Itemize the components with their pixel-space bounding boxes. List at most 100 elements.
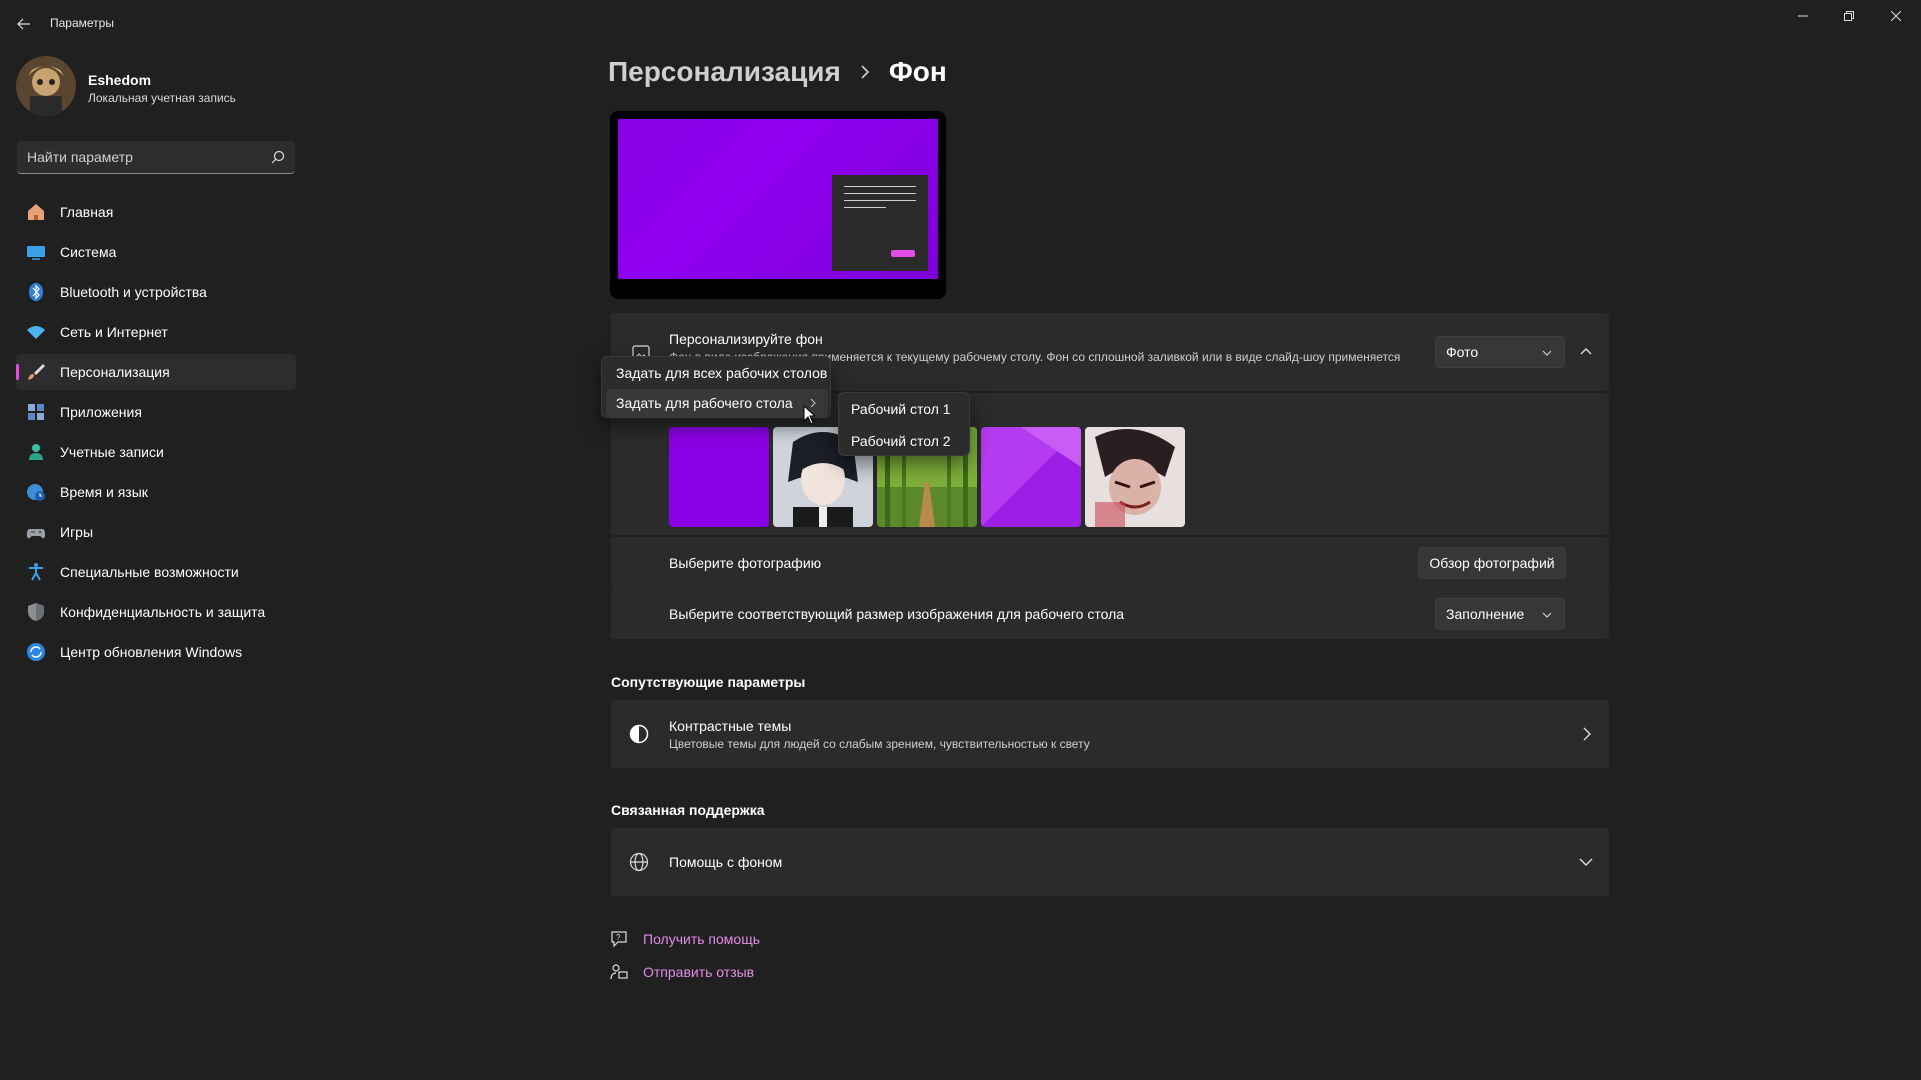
thumb-purple-gradient-image (981, 427, 1081, 527)
browse-photos-button[interactable]: Обзор фотографий (1418, 547, 1566, 579)
sidebar-item-personalization[interactable]: Персонализация (16, 354, 296, 390)
help-title: Помощь с фоном (669, 854, 783, 870)
chevron-down-icon (1542, 350, 1552, 356)
apps-icon (26, 402, 46, 422)
minimize-button[interactable] (1780, 0, 1826, 32)
breadcrumb: Персонализация Фон (608, 56, 947, 88)
sidebar-item-label: Сеть и Интернет (60, 324, 168, 340)
related-support-heading: Связанная поддержка (611, 802, 765, 818)
help-with-background-card[interactable]: Помощь с фоном (611, 828, 1609, 896)
sidebar-item-gaming[interactable]: Игры (16, 514, 296, 550)
recent-image-thumb[interactable] (669, 427, 769, 527)
mouse-cursor-icon (803, 405, 815, 425)
sidebar-item-label: Главная (60, 204, 114, 220)
close-button[interactable] (1873, 0, 1919, 32)
desktop-preview (610, 111, 946, 299)
recent-image-thumb[interactable] (981, 427, 1081, 527)
sidebar-item-label: Конфиденциальность и защита (60, 604, 266, 620)
sidebar-item-bluetooth[interactable]: Bluetooth и устройства (16, 274, 296, 310)
title-bar (0, 0, 1921, 48)
globe-clock-icon (26, 482, 46, 502)
sidebar-item-label: Учетные записи (60, 444, 164, 460)
contrast-icon (629, 724, 649, 744)
user-name: Eshedom (88, 72, 152, 88)
search-box[interactable] (17, 141, 295, 174)
dropdown-value: Фото (1446, 344, 1479, 360)
chevron-down-icon (1542, 612, 1552, 618)
fit-card: Выберите соответствующий размер изображе… (611, 589, 1609, 639)
sidebar-item-accessibility[interactable]: Специальные возможности (16, 554, 296, 590)
menu-item-label: Задать для рабочего стола (616, 395, 793, 411)
sidebar-item-privacy[interactable]: Конфиденциальность и защита (16, 594, 296, 630)
preview-wallpaper (618, 119, 938, 279)
person-icon (26, 442, 46, 462)
get-help-link[interactable]: Получить помощь (643, 931, 760, 947)
help-icon: ? (611, 931, 627, 948)
breadcrumb-parent[interactable]: Персонализация (608, 56, 841, 88)
preview-line (844, 207, 886, 208)
thumb-purple-image (669, 427, 769, 527)
restore-icon (1844, 11, 1854, 21)
background-type-dropdown[interactable]: Фото (1435, 336, 1565, 368)
avatar-image (16, 56, 76, 116)
sidebar-item-label: Время и язык (60, 484, 148, 500)
sidebar-item-time-language[interactable]: Время и язык (16, 474, 296, 510)
choose-photo-card: Выберите фотографию Обзор фотографий (611, 537, 1609, 589)
sidebar-item-home[interactable]: Главная (16, 194, 296, 230)
restore-button[interactable] (1826, 0, 1872, 32)
preview-accent-button (891, 250, 915, 257)
sidebar-item-accounts[interactable]: Учетные записи (16, 434, 296, 470)
contrast-title: Контрастные темы (669, 718, 792, 734)
svg-text:?: ? (616, 933, 621, 942)
sidebar-item-label: Специальные возможности (60, 564, 239, 580)
search-icon (271, 150, 285, 164)
fit-label: Выберите соответствующий размер изображе… (669, 606, 1125, 622)
desktop-submenu: Рабочий стол 1 Рабочий стол 2 (838, 392, 970, 456)
sidebar-item-windows-update[interactable]: Центр обновления Windows (16, 634, 296, 670)
personalize-title: Персонализируйте фон (669, 331, 823, 347)
sidebar-item-label: Приложения (60, 404, 142, 420)
chevron-right-icon (861, 65, 869, 79)
sidebar-item-apps[interactable]: Приложения (16, 394, 296, 430)
menu-item-set-all-desktops[interactable]: Задать для всех рабочих столов (606, 359, 828, 387)
sidebar-item-system[interactable]: Система (16, 234, 296, 270)
shield-icon (26, 602, 46, 622)
choose-photo-label: Выберите фотографию (669, 555, 822, 571)
avatar[interactable] (16, 56, 76, 116)
contrast-themes-card[interactable]: Контрастные темы Цветовые темы для людей… (611, 700, 1609, 768)
recent-image-thumb[interactable] (1085, 427, 1185, 527)
sidebar-item-network[interactable]: Сеть и Интернет (16, 314, 296, 350)
menu-item-set-for-desktop[interactable]: Задать для рабочего стола (606, 389, 828, 417)
search-input[interactable] (27, 148, 257, 166)
contrast-description: Цветовые темы для людей со слабым зрение… (669, 737, 1090, 751)
fit-dropdown[interactable]: Заполнение (1435, 598, 1565, 630)
feedback-icon (610, 964, 628, 980)
update-icon (26, 642, 46, 662)
chevron-up-icon[interactable] (1579, 344, 1593, 358)
chevron-right-icon (1583, 727, 1591, 741)
app-title: Параметры (50, 16, 114, 30)
menu-item-desktop-1[interactable]: Рабочий стол 1 (851, 401, 951, 417)
page-title: Фон (888, 56, 947, 87)
back-button[interactable] (12, 12, 36, 36)
preview-line (844, 186, 916, 187)
context-menu: Задать для всех рабочих столов Задать дл… (601, 356, 831, 418)
close-icon (1891, 11, 1901, 21)
account-type: Локальная учетная запись (88, 91, 236, 105)
brush-icon (26, 362, 46, 382)
wifi-icon (26, 322, 46, 342)
send-feedback-link[interactable]: Отправить отзыв (643, 964, 754, 980)
preview-window (832, 175, 928, 271)
sidebar-item-label: Персонализация (60, 364, 170, 380)
accessibility-icon (26, 562, 46, 582)
minimize-icon (1798, 15, 1808, 17)
globe-icon (629, 852, 649, 872)
sidebar-item-label: Центр обновления Windows (60, 644, 243, 660)
gamepad-icon (26, 522, 46, 542)
bluetooth-icon (26, 282, 46, 302)
dropdown-value: Заполнение (1446, 606, 1525, 622)
back-arrow-icon (17, 18, 30, 30)
sidebar-nav: Главная Система Bluetooth и устройства С… (16, 194, 296, 674)
menu-item-desktop-2[interactable]: Рабочий стол 2 (851, 433, 951, 449)
system-icon (26, 242, 46, 262)
